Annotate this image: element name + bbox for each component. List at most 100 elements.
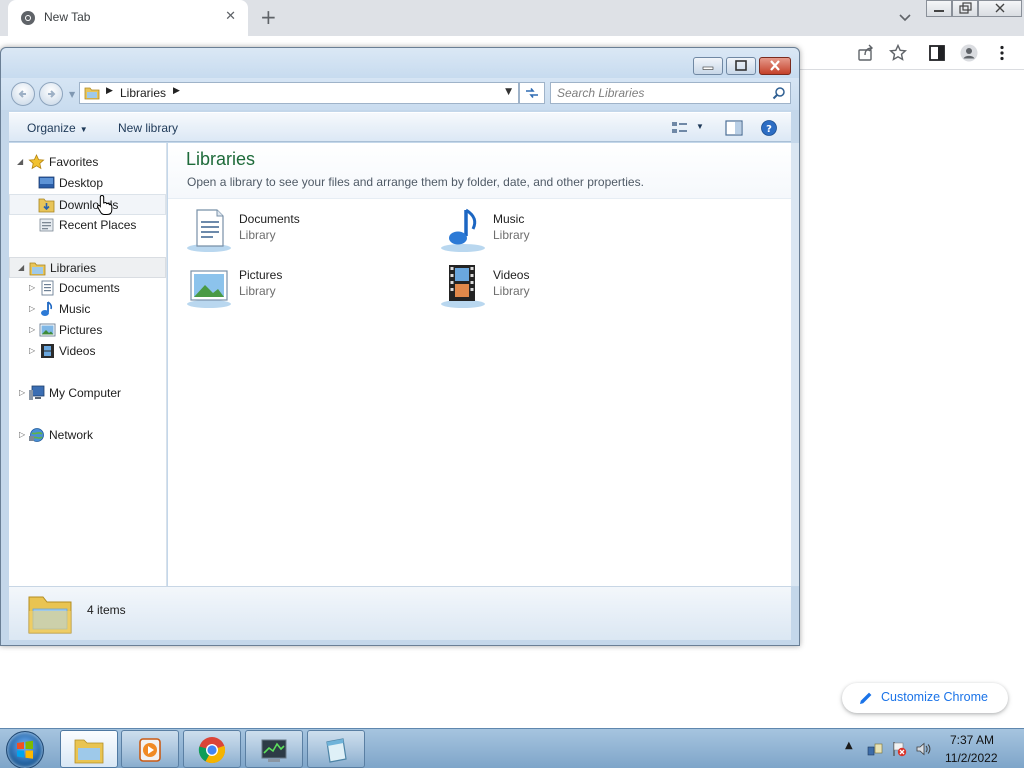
search-icon[interactable] [772,86,786,100]
taskbar-explorer-button[interactable] [60,730,118,768]
volume-icon[interactable] [915,741,931,757]
refresh-icon [526,88,538,98]
content-scroll-gutter [791,143,799,586]
tab-new-tab[interactable]: New Tab ✕ [8,0,248,36]
explorer-titlebar[interactable] [1,48,799,78]
explorer-window: ▼ ▶ Libraries ▶ ▼ Organize▼ New libra [0,47,800,646]
nav-item-libraries[interactable]: ◢ Libraries [9,257,166,278]
preview-pane-icon[interactable] [725,120,743,136]
breadcrumb-libraries[interactable]: Libraries [120,86,166,100]
change-view-icon[interactable] [671,120,689,136]
recent-places-icon [39,218,54,232]
explorer-close-button[interactable] [759,57,791,75]
documents-expand-icon[interactable]: ▷ [29,283,35,292]
nav-item-desktop[interactable]: Desktop [9,173,166,194]
pictures-library-icon [187,270,231,308]
nav-item-music[interactable]: ▷ Music [9,299,166,320]
explorer-maximize-button[interactable] [726,57,756,75]
nav-item-network[interactable]: ▷ Network [9,425,166,446]
share-icon[interactable] [857,44,875,62]
page-subtitle: Open a library to see your files and arr… [187,175,644,189]
restore-button[interactable] [952,0,978,17]
library-item-videos[interactable]: Videos Library [439,262,669,314]
my-computer-expand-icon[interactable]: ▷ [19,388,25,397]
documents-icon [41,280,54,296]
breadcrumb-separator-icon[interactable]: ▶ [106,86,113,96]
nav-label-music: Music [59,302,91,316]
breadcrumb-child-chevron-icon[interactable]: ▶ [173,86,180,96]
library-item-pictures[interactable]: Pictures Library [185,262,415,314]
clock-date[interactable]: 11/2/2022 [945,751,998,765]
clock-time[interactable]: 7:37 AM [950,733,994,747]
new-tab-button[interactable]: + [260,5,277,29]
action-center-flag-icon[interactable] [891,741,907,757]
back-button[interactable] [11,82,35,106]
taskbar-media-player-button[interactable] [121,730,179,768]
nav-item-videos[interactable]: ▷ Videos [9,341,166,362]
recent-pages-chevron-icon[interactable]: ▼ [69,90,75,99]
pictures-expand-icon[interactable]: ▷ [29,325,35,334]
network-expand-icon[interactable]: ▷ [19,430,25,439]
page-title: Libraries [186,149,256,169]
chrome-logo-icon [198,737,226,764]
nav-item-my-computer[interactable]: ▷ My Computer [9,383,166,404]
tab-close-icon[interactable]: ✕ [225,9,236,24]
search-box[interactable] [550,82,791,104]
minimize-icon [934,10,944,12]
libraries-large-folder-icon [28,596,72,634]
view-options-dropdown-icon[interactable]: ▼ [696,122,704,131]
network-tray-icon[interactable] [867,741,883,757]
taskbar-chrome-button[interactable] [183,730,241,768]
music-note-icon [41,301,53,316]
chrome-menu-icon[interactable] [993,44,1011,62]
desktop-icon [38,176,55,189]
taskbar-notepad-button[interactable] [307,730,365,768]
taskbar-system-monitor-button[interactable] [245,730,303,768]
library-item-music[interactable]: Music Library [439,206,669,258]
music-library-icon [441,208,485,252]
profile-avatar-icon[interactable] [960,44,978,62]
nav-label-documents: Documents [59,281,120,295]
media-player-icon [139,738,161,762]
nav-label-videos: Videos [59,344,96,358]
explorer-minimize-icon [702,66,714,70]
libraries-collapse-icon[interactable]: ◢ [18,263,24,272]
explorer-minimize-button[interactable] [693,57,723,75]
help-icon[interactable]: ? [760,120,778,136]
tab-search-chevron-icon[interactable] [896,8,914,26]
videos-expand-icon[interactable]: ▷ [29,346,35,355]
nav-label-libraries: Libraries [50,261,97,275]
minimize-button[interactable] [926,0,952,17]
bookmark-star-icon[interactable] [889,44,907,62]
hand-cursor-icon [97,194,113,215]
nav-item-downloads[interactable]: Downloads [9,194,166,215]
library-name-documents: Documents [239,212,300,226]
customize-chrome-button[interactable]: Customize Chrome [842,683,1008,713]
organize-label: Organize [27,121,76,135]
nav-item-documents[interactable]: ▷ Documents [9,278,166,299]
nav-item-pictures[interactable]: ▷ Pictures [9,320,166,341]
nav-item-favorites[interactable]: ◢ Favorites [9,152,166,173]
show-hidden-icons-chevron-icon[interactable]: ▲ [845,740,861,756]
library-type-documents: Library [239,228,276,242]
refresh-button[interactable] [519,82,545,104]
start-button[interactable] [6,731,44,768]
new-library-button[interactable]: New library [118,121,178,135]
favorites-collapse-icon[interactable]: ◢ [17,157,23,166]
address-history-dropdown-icon[interactable]: ▼ [505,87,512,97]
library-type-music: Library [493,228,530,242]
music-expand-icon[interactable]: ▷ [29,304,35,313]
nav-item-recent-places[interactable]: Recent Places [9,215,166,236]
forward-button[interactable] [39,82,63,106]
address-bar[interactable]: ▶ Libraries ▶ ▼ [79,82,519,104]
organize-menu-button[interactable]: Organize ▼ [27,121,88,135]
library-item-documents[interactable]: Documents Library [185,206,415,258]
close-button[interactable] [978,0,1022,17]
side-panel-icon[interactable] [928,44,946,62]
nav-label-pictures: Pictures [59,323,103,337]
downloads-folder-icon [38,198,55,213]
chrome-favicon-icon [21,11,35,25]
back-arrow-icon [18,90,26,98]
documents-library-icon [187,209,231,252]
search-input[interactable] [557,85,762,101]
